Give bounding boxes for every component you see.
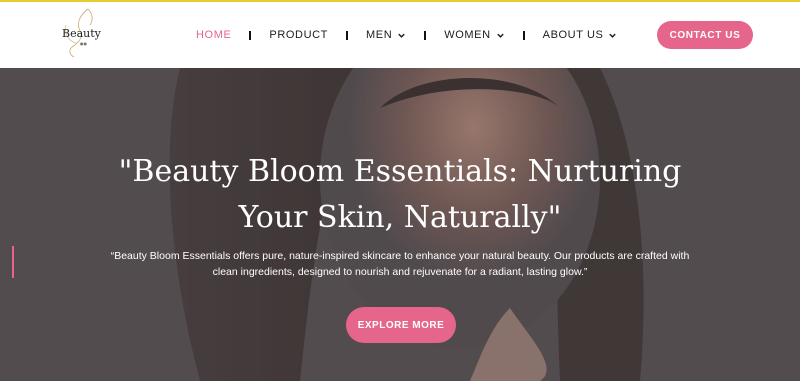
chevron-down-icon bbox=[398, 33, 405, 38]
nav-separator bbox=[424, 30, 427, 40]
hero-title: "Beauty Bloom Essentials: Nurturing Your… bbox=[118, 154, 682, 235]
nav-men[interactable]: MEN bbox=[366, 29, 406, 41]
nav-product-label: PRODUCT bbox=[269, 29, 328, 41]
svg-text:●●: ●● bbox=[80, 41, 87, 46]
nav-men-label: MEN bbox=[366, 29, 393, 41]
nav-separator bbox=[249, 30, 252, 40]
site-header: ●● Beauty HOME PRODUCT MEN WOMEN ABOUT U… bbox=[0, 2, 800, 68]
nav-women[interactable]: WOMEN bbox=[444, 29, 504, 41]
nav-about-us-label: ABOUT US bbox=[542, 29, 604, 41]
logo-text: Beauty bbox=[62, 27, 101, 40]
nav-separator bbox=[522, 30, 525, 40]
nav-about-us[interactable]: ABOUT US bbox=[543, 29, 618, 41]
chevron-down-icon bbox=[496, 33, 504, 38]
nav-women-label: WOMEN bbox=[444, 29, 491, 41]
chevron-down-icon bbox=[609, 33, 617, 38]
explore-more-button[interactable]: EXPLORE MORE bbox=[346, 307, 456, 343]
contact-us-button[interactable]: CONTACT US bbox=[657, 21, 753, 49]
main-nav: HOME PRODUCT MEN WOMEN ABOUT US bbox=[196, 27, 617, 43]
slide-indicator[interactable] bbox=[12, 246, 14, 278]
hero-section: "Beauty Bloom Essentials: Nurturing Your… bbox=[0, 68, 800, 381]
nav-home[interactable]: HOME bbox=[196, 29, 231, 41]
nav-separator bbox=[346, 30, 348, 40]
logo[interactable]: ●● Beauty bbox=[58, 7, 102, 59]
nav-home-label: HOME bbox=[196, 29, 232, 41]
nav-product[interactable]: PRODUCT bbox=[269, 29, 328, 41]
hero-subtitle: “Beauty Bloom Essentials offers pure, na… bbox=[110, 250, 690, 278]
